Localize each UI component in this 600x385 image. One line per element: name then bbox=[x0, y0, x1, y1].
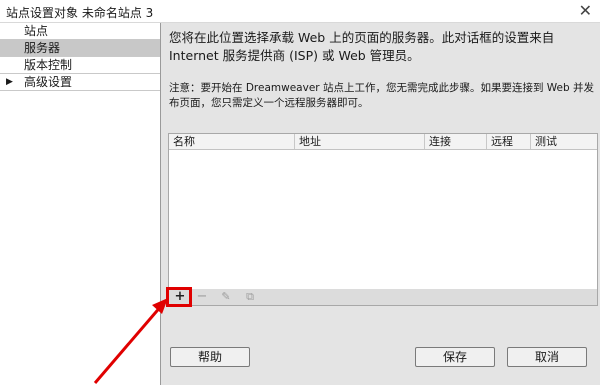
server-table[interactable]: 名称 地址 连接 远程 测试 bbox=[168, 133, 598, 291]
window-title: 站点设置对象 未命名站点 3 bbox=[6, 6, 154, 20]
cancel-button[interactable]: 取消 bbox=[507, 347, 587, 367]
intro-text: 您将在此位置选择承载 Web 上的页面的服务器。此对话框的设置来自 Intern… bbox=[169, 30, 555, 63]
sidebar-item-label: 服务器 bbox=[24, 41, 61, 55]
servers-panel: 您将在此位置选择承载 Web 上的页面的服务器。此对话框的设置来自 Intern… bbox=[161, 23, 600, 385]
highlight-box bbox=[166, 287, 192, 307]
sidebar-item-label: 高级设置 bbox=[24, 75, 73, 89]
close-icon[interactable]: ✕ bbox=[579, 1, 592, 20]
server-toolbar: + − ✎ ⧉ bbox=[168, 289, 598, 306]
help-button[interactable]: 帮助 bbox=[170, 347, 250, 367]
save-button[interactable]: 保存 bbox=[415, 347, 495, 367]
note-text: 注意：要开始在 Dreamweaver 站点上工作，您无需完成此步骤。如果要连接… bbox=[169, 82, 595, 109]
sidebar-item-advanced-settings[interactable]: ▶ 高级设置 bbox=[0, 74, 160, 91]
sidebar-item-servers[interactable]: 服务器 bbox=[0, 40, 160, 57]
sidebar: 站点 服务器 版本控制 ▶ 高级设置 bbox=[0, 23, 161, 385]
remove-server-button[interactable]: − bbox=[193, 289, 211, 305]
expand-arrow-icon[interactable]: ▶ bbox=[6, 74, 13, 90]
sidebar-item-version-control[interactable]: 版本控制 bbox=[0, 57, 160, 74]
table-header: 名称 地址 连接 远程 测试 bbox=[169, 134, 597, 150]
sidebar-item-site[interactable]: 站点 bbox=[0, 23, 160, 40]
sidebar-item-label: 站点 bbox=[24, 24, 49, 38]
column-header-connection[interactable]: 连接 bbox=[425, 134, 487, 149]
title-bar: 站点设置对象 未命名站点 3 ✕ bbox=[0, 0, 600, 23]
edit-server-button[interactable]: ✎ bbox=[217, 289, 235, 305]
column-header-remote[interactable]: 远程 bbox=[487, 134, 531, 149]
column-header-name[interactable]: 名称 bbox=[169, 134, 295, 149]
column-header-test[interactable]: 测试 bbox=[531, 134, 597, 149]
sidebar-item-label: 版本控制 bbox=[24, 58, 73, 72]
column-header-address[interactable]: 地址 bbox=[295, 134, 425, 149]
duplicate-server-button[interactable]: ⧉ bbox=[241, 289, 259, 305]
